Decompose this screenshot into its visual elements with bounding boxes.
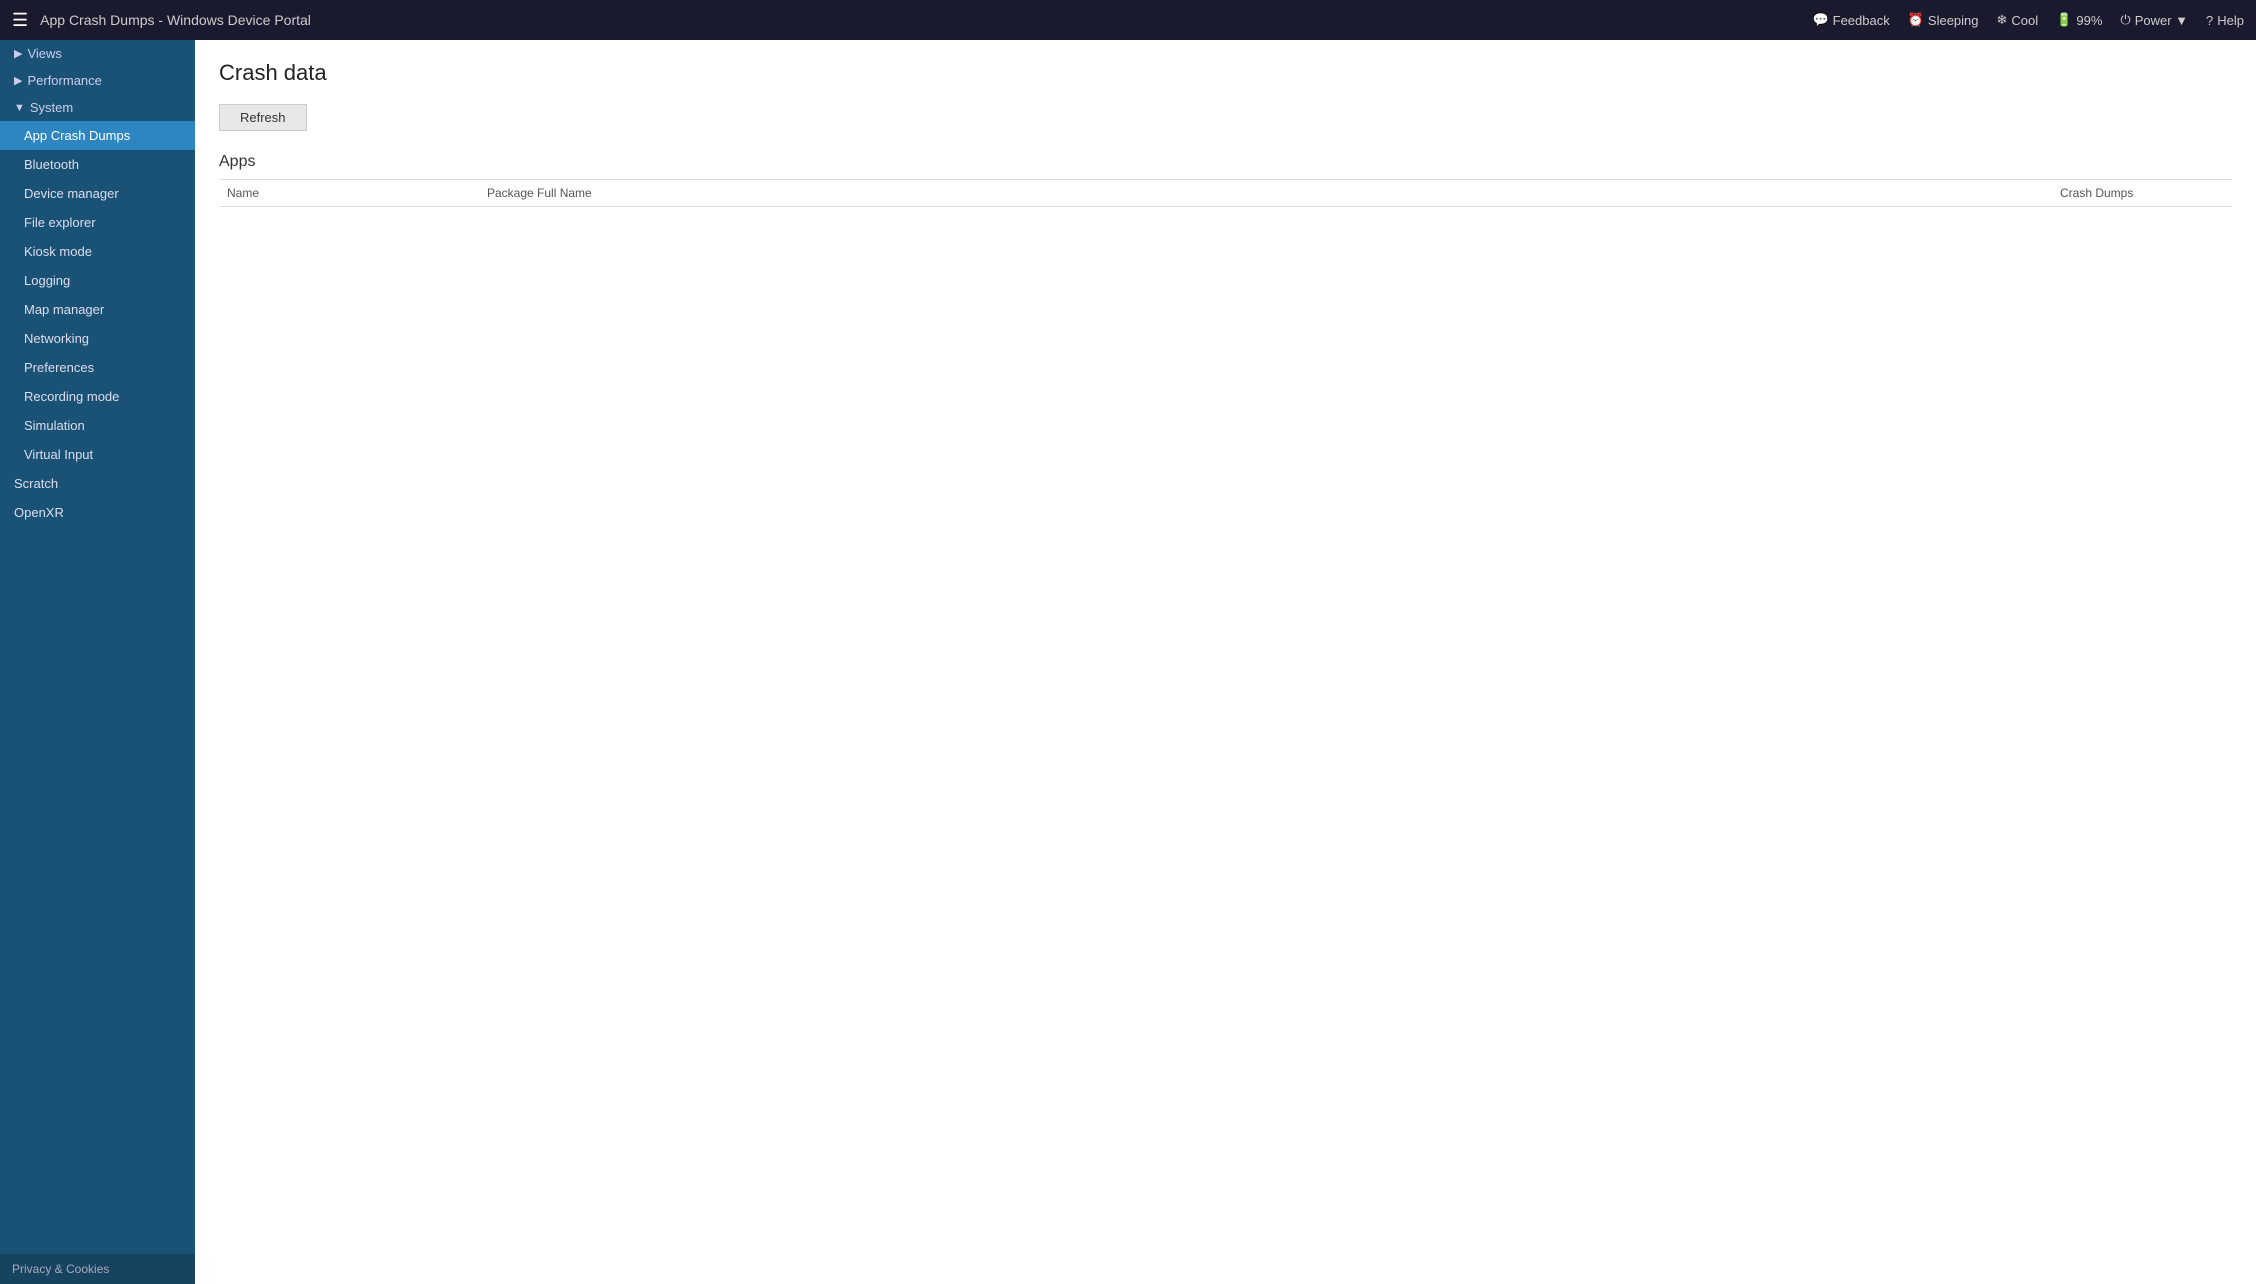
feedback-label: Feedback <box>1833 13 1890 28</box>
sidebar-group-views-label: Views <box>27 46 61 61</box>
feedback-icon: 💬 <box>1812 12 1828 28</box>
sidebar-item-networking[interactable]: Networking <box>0 324 195 353</box>
sidebar-item-file-explorer[interactable]: File explorer <box>0 208 195 237</box>
sleeping-icon: ⏰ <box>1908 12 1924 28</box>
content-area: Crash data Refresh Apps Name Package Ful… <box>195 40 2256 1284</box>
header-action-cool[interactable]: ❄Cool <box>1997 12 2039 28</box>
page-title: Crash data <box>219 60 2232 86</box>
col-header-name: Name <box>219 186 479 200</box>
sidebar-group-performance[interactable]: ▶ Performance <box>0 67 195 94</box>
header-action-feedback[interactable]: 💬 Feedback <box>1812 12 1889 28</box>
privacy-cookies-link[interactable]: Privacy & Cookies <box>0 1254 195 1284</box>
header-action-help[interactable]: ? Help <box>2206 13 2244 28</box>
sidebar-item-bluetooth[interactable]: Bluetooth <box>0 150 195 179</box>
sidebar-group-views[interactable]: ▶ Views <box>0 40 195 67</box>
header-actions: 💬 Feedback ⏰ Sleeping ❄Cool 🔋 99% ⏻ Power ▼? Help <box>1812 12 2244 28</box>
battery-label: 99% <box>2076 13 2102 28</box>
power-label: Power ▼ <box>2135 13 2188 28</box>
cool-label: Cool <box>2011 13 2038 28</box>
menu-icon[interactable]: ☰ <box>12 10 28 31</box>
sidebar-item-preferences[interactable]: Preferences <box>0 353 195 382</box>
sleeping-label: Sleeping <box>1928 13 1979 28</box>
col-header-package: Package Full Name <box>479 186 2052 200</box>
sidebar-group-system-label: System <box>30 100 73 115</box>
sidebar-collapse-button[interactable]: ◀ <box>191 50 195 74</box>
views-arrow: ▶ <box>14 47 22 60</box>
sidebar-item-recording-mode[interactable]: Recording mode <box>0 382 195 411</box>
system-arrow: ▼ <box>14 102 25 114</box>
crash-data-table: Name Package Full Name Crash Dumps <box>219 179 2232 207</box>
sidebar-group-performance-label: Performance <box>27 73 101 88</box>
main-layout: ◀ ▶ Views ▶ Performance ▼ System App Cra… <box>0 40 2256 1284</box>
cool-icon: ❄ <box>1997 12 2008 28</box>
sidebar-item-openxr[interactable]: OpenXR <box>0 498 195 527</box>
apps-section-title: Apps <box>219 153 2232 171</box>
refresh-button[interactable]: Refresh <box>219 104 307 131</box>
sidebar-group-system[interactable]: ▼ System <box>0 94 195 121</box>
col-header-crashes: Crash Dumps <box>2052 186 2232 200</box>
system-items-container: App Crash DumpsBluetoothDevice managerFi… <box>0 121 195 469</box>
sidebar-item-app-crash-dumps[interactable]: App Crash Dumps <box>0 121 195 150</box>
performance-arrow: ▶ <box>14 74 22 87</box>
header-action-power[interactable]: ⏻ Power ▼ <box>2120 12 2188 28</box>
app-title: App Crash Dumps - Windows Device Portal <box>40 12 1812 28</box>
sidebar-item-map-manager[interactable]: Map manager <box>0 295 195 324</box>
help-icon: ? <box>2206 13 2213 28</box>
sidebar-item-kiosk-mode[interactable]: Kiosk mode <box>0 237 195 266</box>
sidebar-item-scratch[interactable]: Scratch <box>0 469 195 498</box>
help-label: Help <box>2217 13 2244 28</box>
sidebar-item-logging[interactable]: Logging <box>0 266 195 295</box>
sidebar-item-simulation[interactable]: Simulation <box>0 411 195 440</box>
sidebar: ◀ ▶ Views ▶ Performance ▼ System App Cra… <box>0 40 195 1284</box>
header-action-battery[interactable]: 🔋 99% <box>2056 12 2102 28</box>
sidebar-item-device-manager[interactable]: Device manager <box>0 179 195 208</box>
sidebar-item-virtual-input[interactable]: Virtual Input <box>0 440 195 469</box>
power-icon: ⏻ <box>2120 12 2130 28</box>
table-header-row: Name Package Full Name Crash Dumps <box>219 180 2232 207</box>
app-header: ☰ App Crash Dumps - Windows Device Porta… <box>0 0 2256 40</box>
battery-icon: 🔋 <box>2056 12 2072 28</box>
header-action-sleeping[interactable]: ⏰ Sleeping <box>1908 12 1979 28</box>
